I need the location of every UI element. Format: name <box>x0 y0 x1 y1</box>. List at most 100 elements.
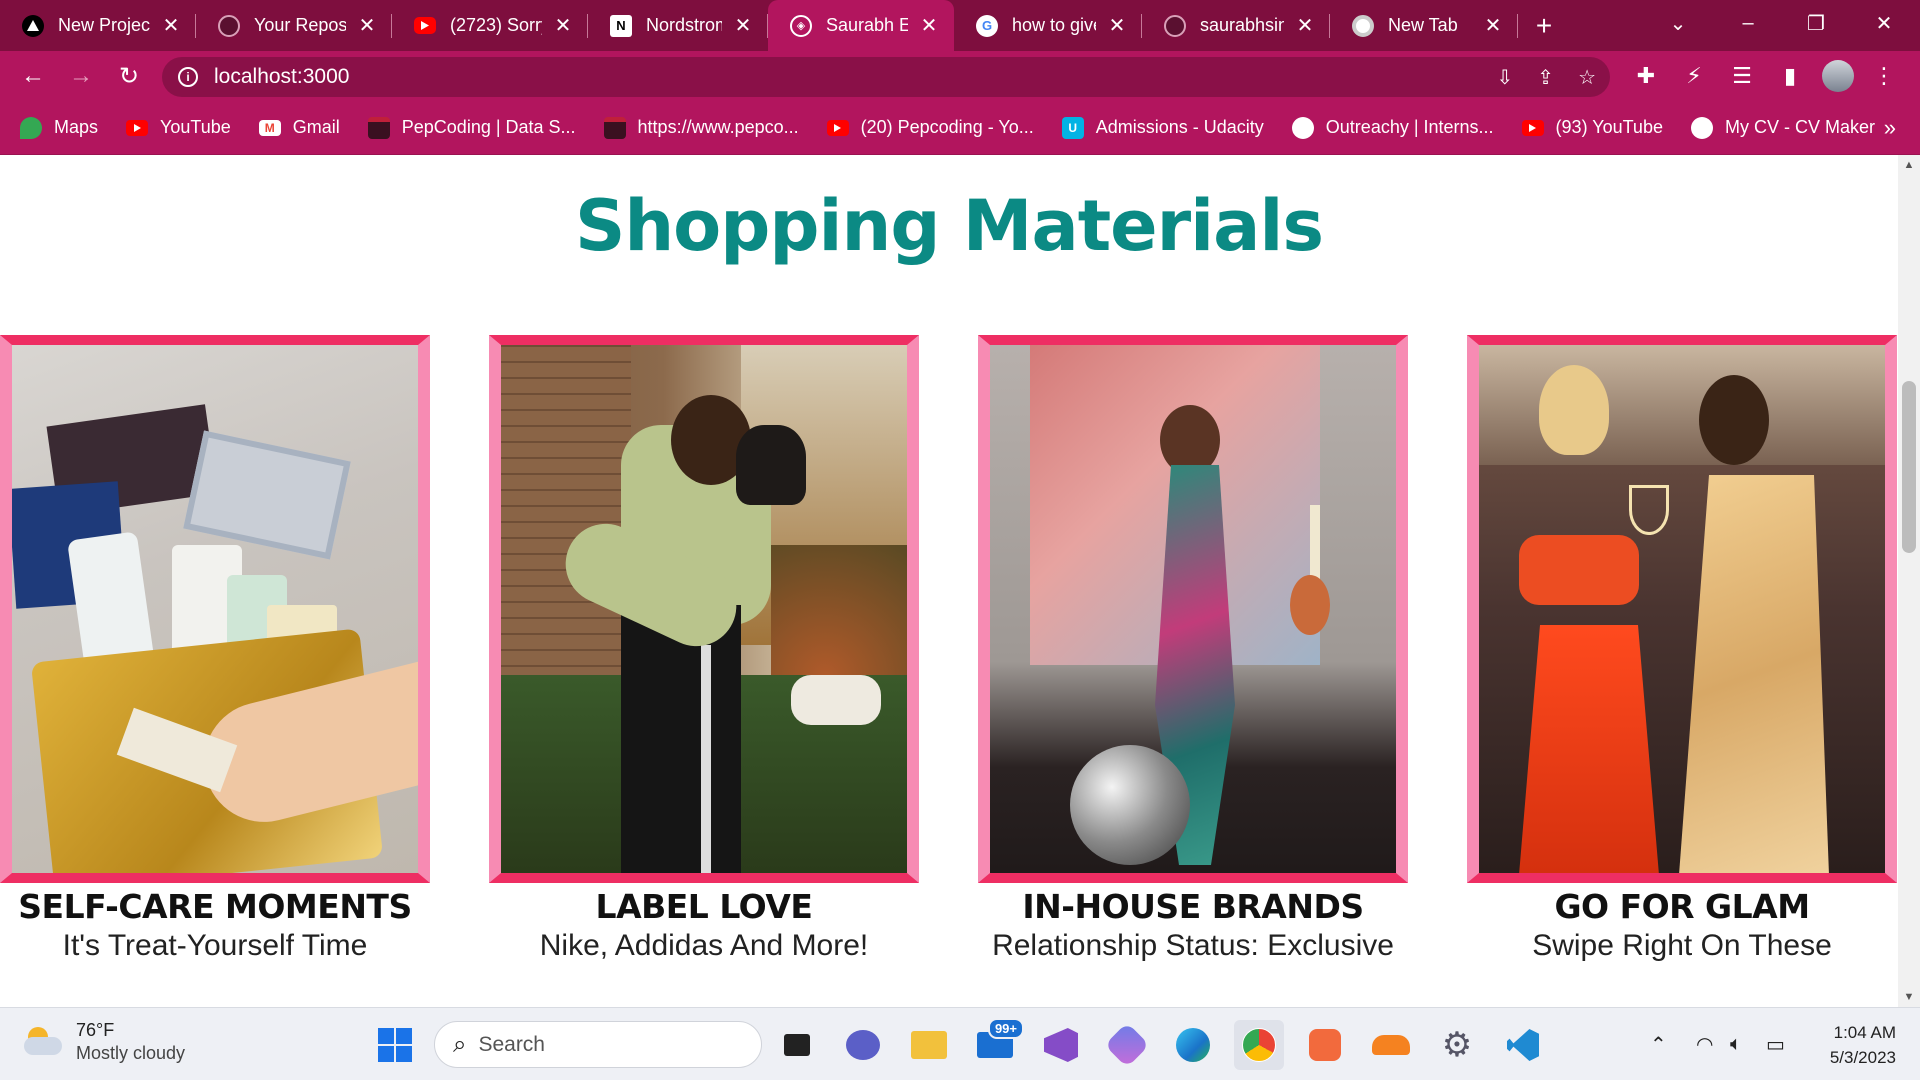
bookmark-pepcoding-url[interactable]: https://www.pepco... <box>603 116 799 139</box>
tab-new-tab[interactable]: New Tab ✕ <box>1330 0 1518 51</box>
card-image-frame <box>1467 335 1897 883</box>
go-for-glam-photo[interactable] <box>1479 345 1885 873</box>
mail-icon[interactable]: 99+ <box>970 1018 1024 1070</box>
extensions-puzzle-icon[interactable]: ✚ <box>1624 51 1668 101</box>
youtube-icon <box>826 119 849 136</box>
tab-how-to-give[interactable]: G how to give ✕ <box>954 0 1142 51</box>
tab-saurabhsingh[interactable]: saurabhsingh ✕ <box>1142 0 1330 51</box>
site-info-icon[interactable]: i <box>178 67 198 87</box>
bookmark-label: (93) YouTube <box>1555 117 1663 137</box>
udacity-icon: U <box>1061 116 1084 139</box>
gmail-icon: M <box>258 119 281 136</box>
restore-icon[interactable]: ❐ <box>1786 0 1846 46</box>
performance-icon[interactable]: ⚡ <box>1672 51 1716 101</box>
self-care-photo[interactable] <box>12 345 418 873</box>
category-card-label-love[interactable]: LABEL LOVE Nike, Addidas And More! <box>489 335 919 963</box>
bookmark-pepcoding-youtube[interactable]: (20) Pepcoding - Yo... <box>826 117 1034 138</box>
task-view-icon[interactable] <box>772 1020 822 1070</box>
youtube-icon <box>414 17 436 34</box>
copilot-icon[interactable] <box>1102 1020 1152 1070</box>
window-close-icon[interactable]: ✕ <box>1854 0 1914 46</box>
tab-title: Saurabh Ecommerce <box>826 15 908 35</box>
bookmark-youtube-93[interactable]: (93) YouTube <box>1521 117 1663 138</box>
bookmarks-overflow-chevron[interactable]: » <box>1884 115 1896 141</box>
close-icon[interactable]: ✕ <box>1482 13 1504 38</box>
system-clock[interactable]: 1:04 AM 5/3/2023 <box>1830 1020 1896 1070</box>
card-title: GO FOR GLAM <box>1554 887 1810 926</box>
minimize-icon[interactable]: – <box>1718 0 1778 46</box>
edge-browser-icon[interactable] <box>1168 1020 1218 1070</box>
in-house-brands-photo[interactable] <box>990 345 1396 873</box>
cloudflare-icon[interactable] <box>1366 1020 1416 1070</box>
vscode-icon[interactable] <box>1498 1020 1548 1070</box>
back-arrow-icon[interactable]: ← <box>10 53 56 99</box>
windows-start-icon[interactable] <box>370 1020 420 1070</box>
tab-new-project[interactable]: New Project ✕ <box>0 0 196 51</box>
scroll-down-arrow-icon[interactable]: ▼ <box>1898 987 1920 1007</box>
tab-saurabh-ecommerce[interactable]: ◈ Saurabh Ecommerce ✕ <box>768 0 954 51</box>
volume-icon[interactable]: 🔈︎ <box>1730 1008 1742 1081</box>
kebab-menu-icon[interactable]: ⋮ <box>1862 51 1906 101</box>
url-text: localhost:3000 <box>214 65 350 88</box>
taskbar-search-box[interactable]: ⌕ Search <box>434 1021 762 1068</box>
forward-arrow-icon[interactable]: → <box>58 53 104 99</box>
close-icon[interactable]: ✕ <box>552 13 574 38</box>
teams-chat-icon[interactable] <box>838 1020 888 1070</box>
wifi-icon[interactable]: ◠ <box>1696 1008 1713 1081</box>
close-icon[interactable]: ✕ <box>732 13 754 38</box>
tab-youtube-sorry[interactable]: (2723) Sorry ✕ <box>392 0 588 51</box>
reload-icon[interactable]: ↻ <box>106 53 152 99</box>
bookmark-gmail[interactable]: M Gmail <box>258 117 340 138</box>
scroll-up-arrow-icon[interactable]: ▲ <box>1898 155 1920 175</box>
weather-temperature: 76°F <box>76 1020 115 1040</box>
page-scrollbar[interactable]: ▲ ▼ <box>1898 155 1920 1007</box>
settings-gear-icon[interactable]: ⚙ <box>1432 1020 1482 1070</box>
weather-widget[interactable]: 76°F Mostly cloudy <box>24 1020 185 1064</box>
label-love-photo[interactable] <box>501 345 907 873</box>
show-hidden-icons-chevron[interactable]: ⌃ <box>1650 1008 1667 1081</box>
tab-nordstrom[interactable]: N Nordstrom ✕ <box>588 0 768 51</box>
scrollbar-thumb[interactable] <box>1902 381 1916 553</box>
tab-search-chevron-icon[interactable]: ⌄ <box>1648 0 1708 46</box>
new-tab-button[interactable]: + <box>1524 6 1564 46</box>
chrome-taskbar-icon[interactable] <box>1234 1020 1284 1070</box>
address-bar[interactable]: i localhost:3000 ⇩ ⇪ ☆ <box>162 57 1610 97</box>
outreachy-icon <box>1291 116 1314 139</box>
profile-avatar[interactable] <box>1816 51 1860 101</box>
pepcoding-icon <box>603 116 626 139</box>
close-icon[interactable]: ✕ <box>918 13 940 38</box>
category-card-go-for-glam[interactable]: GO FOR GLAM Swipe Right On These <box>1467 335 1897 963</box>
category-card-self-care[interactable]: SELF-CARE MOMENTS It's Treat-Yourself Ti… <box>0 335 430 963</box>
card-subtitle: It's Treat-Yourself Time <box>62 929 368 962</box>
tab-your-repositories[interactable]: Your Repositories ✕ <box>196 0 392 51</box>
card-subtitle: Swipe Right On These <box>1532 929 1832 962</box>
side-panel-icon[interactable]: ▮ <box>1768 51 1812 101</box>
bookmark-pepcoding-data[interactable]: PepCoding | Data S... <box>367 116 576 139</box>
bookmark-label: YouTube <box>160 117 231 137</box>
close-icon[interactable]: ✕ <box>1106 13 1128 38</box>
close-icon[interactable]: ✕ <box>1294 13 1316 38</box>
page-viewport: Shopping Materials SELF-CARE MOMENTS It'… <box>0 155 1898 1007</box>
nordstrom-n-icon: N <box>610 14 632 37</box>
card-image-frame <box>0 335 430 883</box>
card-image-frame <box>489 335 919 883</box>
bookmark-star-icon[interactable]: ☆ <box>1578 65 1596 90</box>
share-icon[interactable]: ⇪ <box>1537 65 1554 90</box>
bookmark-udacity[interactable]: U Admissions - Udacity <box>1061 116 1264 139</box>
category-card-in-house-brands[interactable]: IN-HOUSE BRANDS Relationship Status: Exc… <box>978 335 1408 963</box>
file-explorer-icon[interactable] <box>904 1020 954 1070</box>
tab-title: New Tab <box>1388 15 1458 35</box>
install-app-icon[interactable]: ⇩ <box>1497 65 1514 90</box>
reading-list-icon[interactable]: ☰ <box>1720 51 1764 101</box>
triangle-logo-icon <box>22 14 44 37</box>
close-icon[interactable]: ✕ <box>356 13 378 38</box>
close-icon[interactable]: ✕ <box>160 13 182 38</box>
bookmark-maps[interactable]: Maps <box>20 116 98 139</box>
app-orange-icon[interactable] <box>1300 1020 1350 1070</box>
bookmark-youtube[interactable]: YouTube <box>126 117 231 138</box>
maps-pin-icon <box>20 116 42 139</box>
bookmark-outreachy[interactable]: Outreachy | Interns... <box>1291 116 1494 139</box>
bookmark-cv-maker[interactable]: My CV - CV Maker <box>1690 116 1875 139</box>
visual-studio-icon[interactable] <box>1036 1020 1086 1070</box>
battery-icon[interactable]: ▭ <box>1766 1008 1785 1081</box>
